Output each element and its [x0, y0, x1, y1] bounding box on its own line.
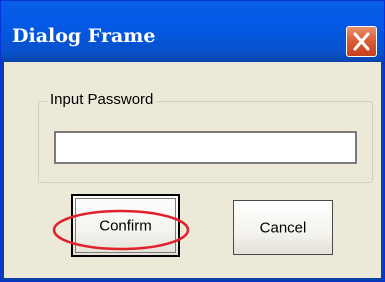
cancel-button-label: Cancel [259, 219, 307, 236]
window-title: Dialog Frame [12, 25, 156, 47]
cancel-button[interactable]: Cancel [233, 200, 333, 255]
dialog-body: Input Password Confirm Cancel [1, 62, 384, 281]
groupbox-label: Input Password [47, 91, 157, 108]
password-input[interactable] [54, 131, 357, 164]
title-bar[interactable]: Dialog Frame [1, 1, 384, 62]
confirm-button-label: Confirm [99, 217, 152, 234]
confirm-button[interactable]: Confirm [71, 194, 180, 257]
close-button[interactable] [346, 26, 377, 57]
close-icon [353, 32, 370, 51]
dialog-window: Dialog Frame Input Password Confirm Canc… [0, 0, 385, 282]
